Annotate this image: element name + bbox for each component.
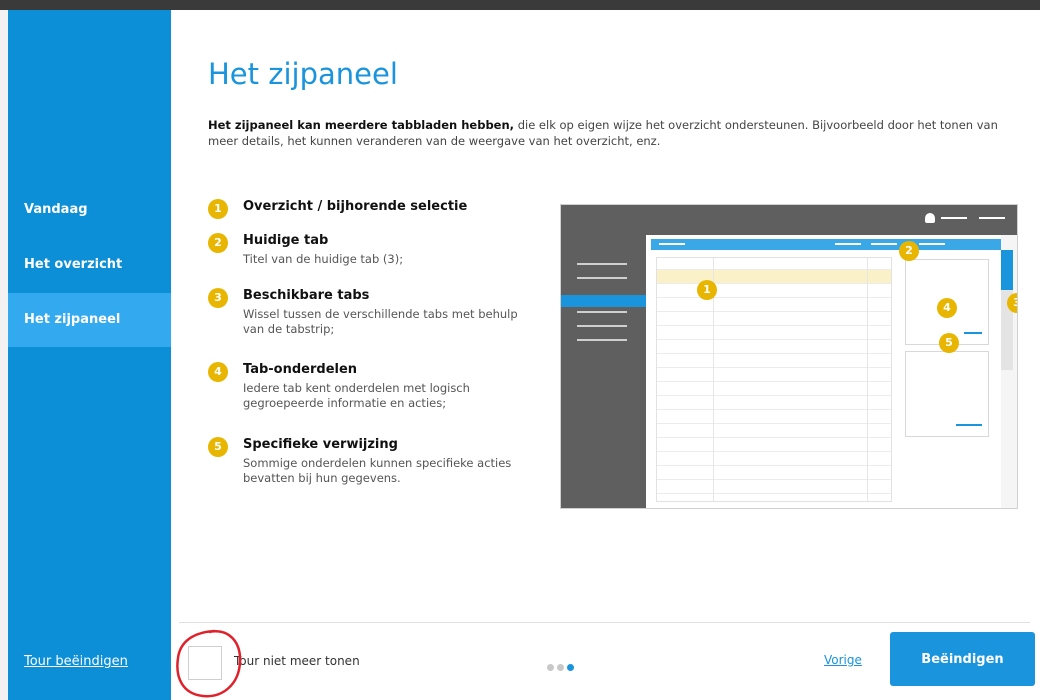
step-number-badge: 4	[208, 362, 228, 382]
illustration-tab-bar	[651, 239, 1001, 250]
intro-bold: Het zijpaneel kan meerdere tabbladen heb…	[208, 118, 515, 132]
illustration-sidebar	[561, 235, 646, 508]
annotation-circle	[176, 629, 242, 698]
previous-link[interactable]: Vorige	[824, 653, 862, 667]
step-title: Huidige tab	[243, 233, 329, 248]
window-top-bar	[0, 0, 1040, 10]
tour-main: Het zijpaneel Het zijpaneel kan meerdere…	[171, 10, 1040, 700]
step-title: Beschikbare tabs	[243, 288, 370, 303]
step-title: Tab-onderdelen	[243, 362, 358, 377]
page-dot	[547, 664, 554, 671]
finish-button[interactable]: Beëindigen	[890, 632, 1035, 686]
illustration-tabstrip-active	[1001, 250, 1013, 290]
step-description: Sommige onderdelen kunnen specifieke act…	[243, 456, 512, 485]
user-icon	[925, 213, 935, 223]
sidebar-item-het-zijpaneel[interactable]: Het zijpaneel	[8, 293, 171, 347]
side-panel-illustration: 1 2 3 4 5	[560, 204, 1018, 509]
step-title: Overzicht / bijhorende selectie	[243, 199, 468, 214]
step-number-badge: 1	[208, 199, 228, 219]
dont-show-again-label: Tour niet meer tonen	[234, 654, 360, 668]
window-left-edge	[0, 10, 8, 700]
footer-divider	[179, 622, 1030, 623]
step-description: Iedere tab kent onderdelen met logisch g…	[243, 381, 470, 410]
intro-text: Het zijpaneel kan meerdere tabbladen heb…	[208, 117, 998, 149]
illustration-header	[561, 205, 1017, 235]
illustration-badge: 4	[937, 298, 957, 318]
page-dot-active	[567, 664, 574, 671]
illustration-badge: 5	[939, 333, 959, 353]
step-description: Titel van de huidige tab (3);	[243, 252, 404, 266]
page-title: Het zijpaneel	[208, 57, 398, 91]
sidebar-item-vandaag[interactable]: Vandaag	[8, 183, 171, 237]
tour-sidebar: Vandaag Het overzicht Het zijpaneel Tour…	[8, 10, 171, 700]
step-number-badge: 3	[208, 288, 228, 308]
illustration-table	[656, 257, 892, 502]
step-description: Wissel tussen de verschillende tabs met …	[243, 307, 518, 336]
page-dot	[557, 664, 564, 671]
step-number-badge: 2	[208, 233, 228, 253]
page-indicator	[547, 656, 577, 675]
illustration-panel-part	[905, 351, 989, 437]
step-number-badge: 5	[208, 437, 228, 457]
illustration-badge: 2	[899, 241, 919, 261]
step-title: Specifieke verwijzing	[243, 437, 398, 452]
tour-end-link[interactable]: Tour beëindigen	[24, 654, 128, 669]
illustration-badge: 1	[697, 280, 717, 300]
sidebar-item-het-overzicht[interactable]: Het overzicht	[8, 238, 171, 292]
